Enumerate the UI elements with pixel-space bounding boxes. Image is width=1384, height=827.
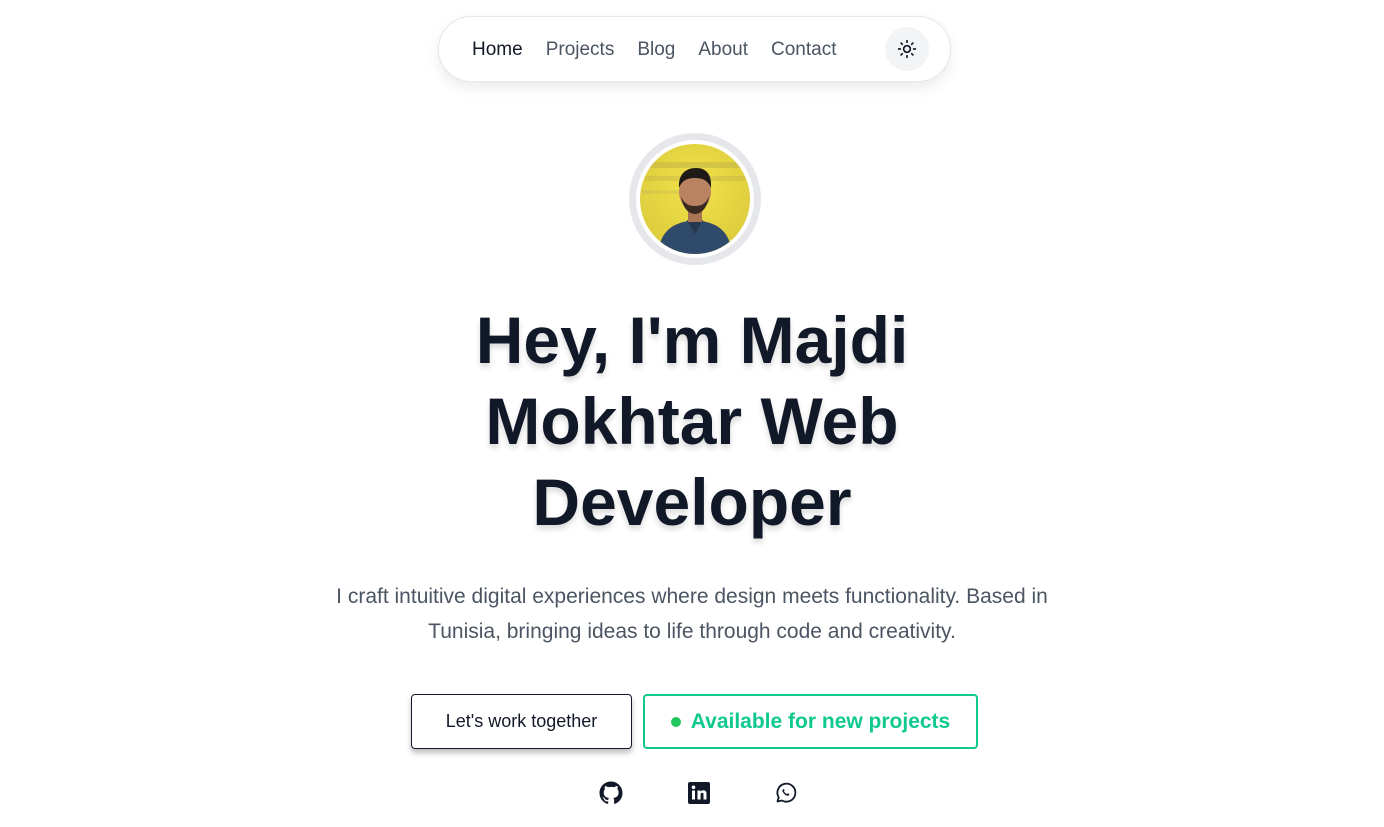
nav-link-projects[interactable]: Projects — [546, 40, 615, 59]
linkedin-link[interactable] — [686, 780, 712, 806]
avatar-photo — [640, 144, 750, 254]
page: Home Projects Blog About Contact Hey, I'… — [0, 0, 1384, 827]
nav-link-contact[interactable]: Contact — [771, 40, 836, 59]
nav-link-blog[interactable]: Blog — [637, 40, 675, 59]
whatsapp-link[interactable] — [773, 780, 799, 806]
headline-line: Hey, I'm Majdi — [475, 303, 909, 377]
github-link[interactable] — [598, 780, 624, 806]
nav-link-home[interactable]: Home — [472, 40, 523, 59]
availability-label: Available for new projects — [690, 709, 951, 733]
availability-button[interactable]: Available for new projects — [643, 694, 978, 749]
headline-line: Mokhtar Web — [485, 384, 899, 458]
headline-line: Developer — [532, 465, 852, 539]
top-navbar: Home Projects Blog About Contact — [438, 16, 951, 82]
hero-subtitle: I craft intuitive digital experiences wh… — [336, 585, 1048, 643]
whatsapp-icon — [776, 782, 797, 803]
sun-icon — [897, 39, 917, 59]
avatar — [629, 133, 761, 265]
theme-toggle-button[interactable] — [885, 27, 929, 71]
work-together-button[interactable]: Let's work together — [411, 694, 632, 749]
linkedin-icon — [688, 782, 710, 804]
status-dot — [670, 716, 681, 727]
github-icon — [599, 781, 623, 804]
nav-link-about[interactable]: About — [698, 40, 748, 59]
hero-headline: Hey, I'm Majdi Mokhtar Web Developer — [392, 300, 992, 543]
